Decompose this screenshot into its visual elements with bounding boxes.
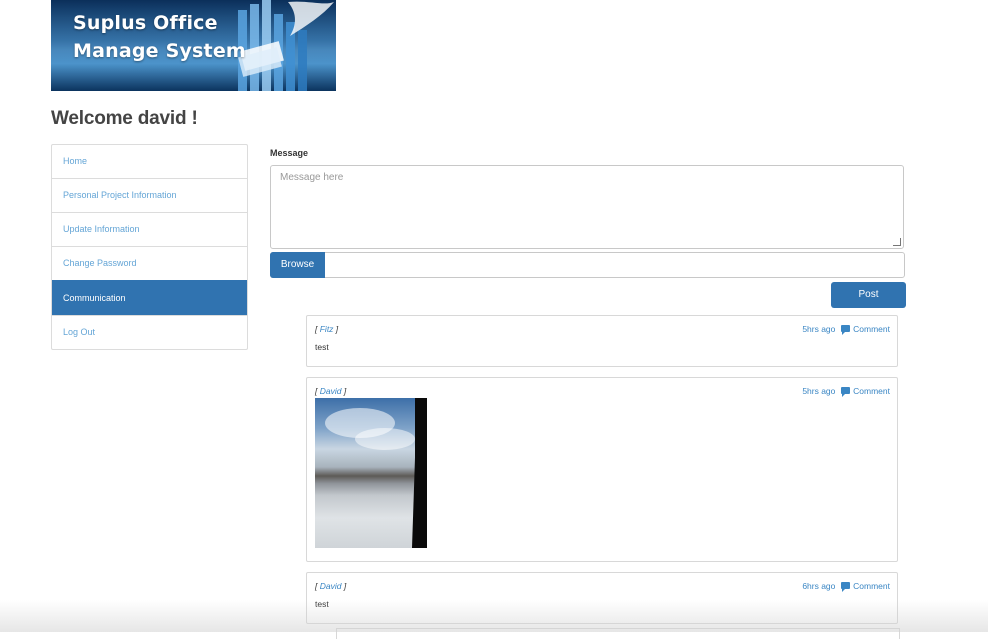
photo-cloud	[355, 428, 415, 450]
banner-title-line1: Suplus Office	[73, 12, 218, 34]
message-label: Message	[270, 148, 309, 158]
sidebar-item-update-information[interactable]: Update Information	[52, 212, 247, 246]
building-logo-icon	[238, 0, 334, 91]
comment-link[interactable]: Comment	[853, 581, 890, 591]
sidebar-nav: Home Personal Project Information Update…	[51, 144, 248, 350]
post-time: 6hrs ago	[802, 581, 836, 591]
post-time: 5hrs ago	[802, 324, 836, 334]
welcome-heading: Welcome david !	[51, 108, 198, 129]
sidebar-item-log-out[interactable]: Log Out	[52, 315, 247, 349]
sidebar-item-change-password[interactable]: Change Password	[52, 246, 247, 280]
author-link[interactable]: David	[320, 581, 342, 591]
resize-handle-icon[interactable]	[893, 238, 901, 246]
post-author: [ David ]	[315, 386, 347, 396]
sidebar-item-personal-project-information[interactable]: Personal Project Information	[52, 178, 247, 212]
post-body: test	[315, 342, 329, 352]
author-link[interactable]: Fitz	[320, 324, 334, 334]
comment-icon[interactable]	[840, 387, 850, 397]
bottom-fade	[0, 600, 988, 632]
post-author: [ David ]	[315, 581, 347, 591]
post-meta: 5hrs ago Comment	[802, 324, 890, 335]
post-button[interactable]: Post	[831, 282, 906, 308]
photo-shadow	[415, 398, 427, 548]
post-meta: 5hrs ago Comment	[802, 386, 890, 397]
message-placeholder: Message here	[280, 172, 344, 183]
post-time: 5hrs ago	[802, 386, 836, 396]
comment-link[interactable]: Comment	[853, 324, 890, 334]
post-meta: 6hrs ago Comment	[802, 581, 890, 592]
sidebar-item-home[interactable]: Home	[52, 145, 247, 178]
browse-button[interactable]: Browse	[270, 252, 325, 278]
comment-link[interactable]: Comment	[853, 386, 890, 396]
post-card: [ Fitz ] 5hrs ago Comment test	[306, 315, 898, 367]
author-link[interactable]: David	[320, 386, 342, 396]
post-photo[interactable]	[315, 398, 427, 548]
comment-icon[interactable]	[840, 582, 850, 592]
banner-title-line2: Manage System	[73, 40, 246, 62]
post-card: [ David ] 5hrs ago Comment	[306, 377, 898, 562]
file-input[interactable]: Browse	[270, 252, 905, 278]
comment-icon[interactable]	[840, 325, 850, 335]
logo-banner: Suplus Office Manage System	[51, 0, 336, 91]
sidebar-item-communication[interactable]: Communication	[52, 280, 247, 315]
post-author: [ Fitz ]	[315, 324, 339, 334]
message-textarea[interactable]: Message here	[270, 165, 904, 249]
